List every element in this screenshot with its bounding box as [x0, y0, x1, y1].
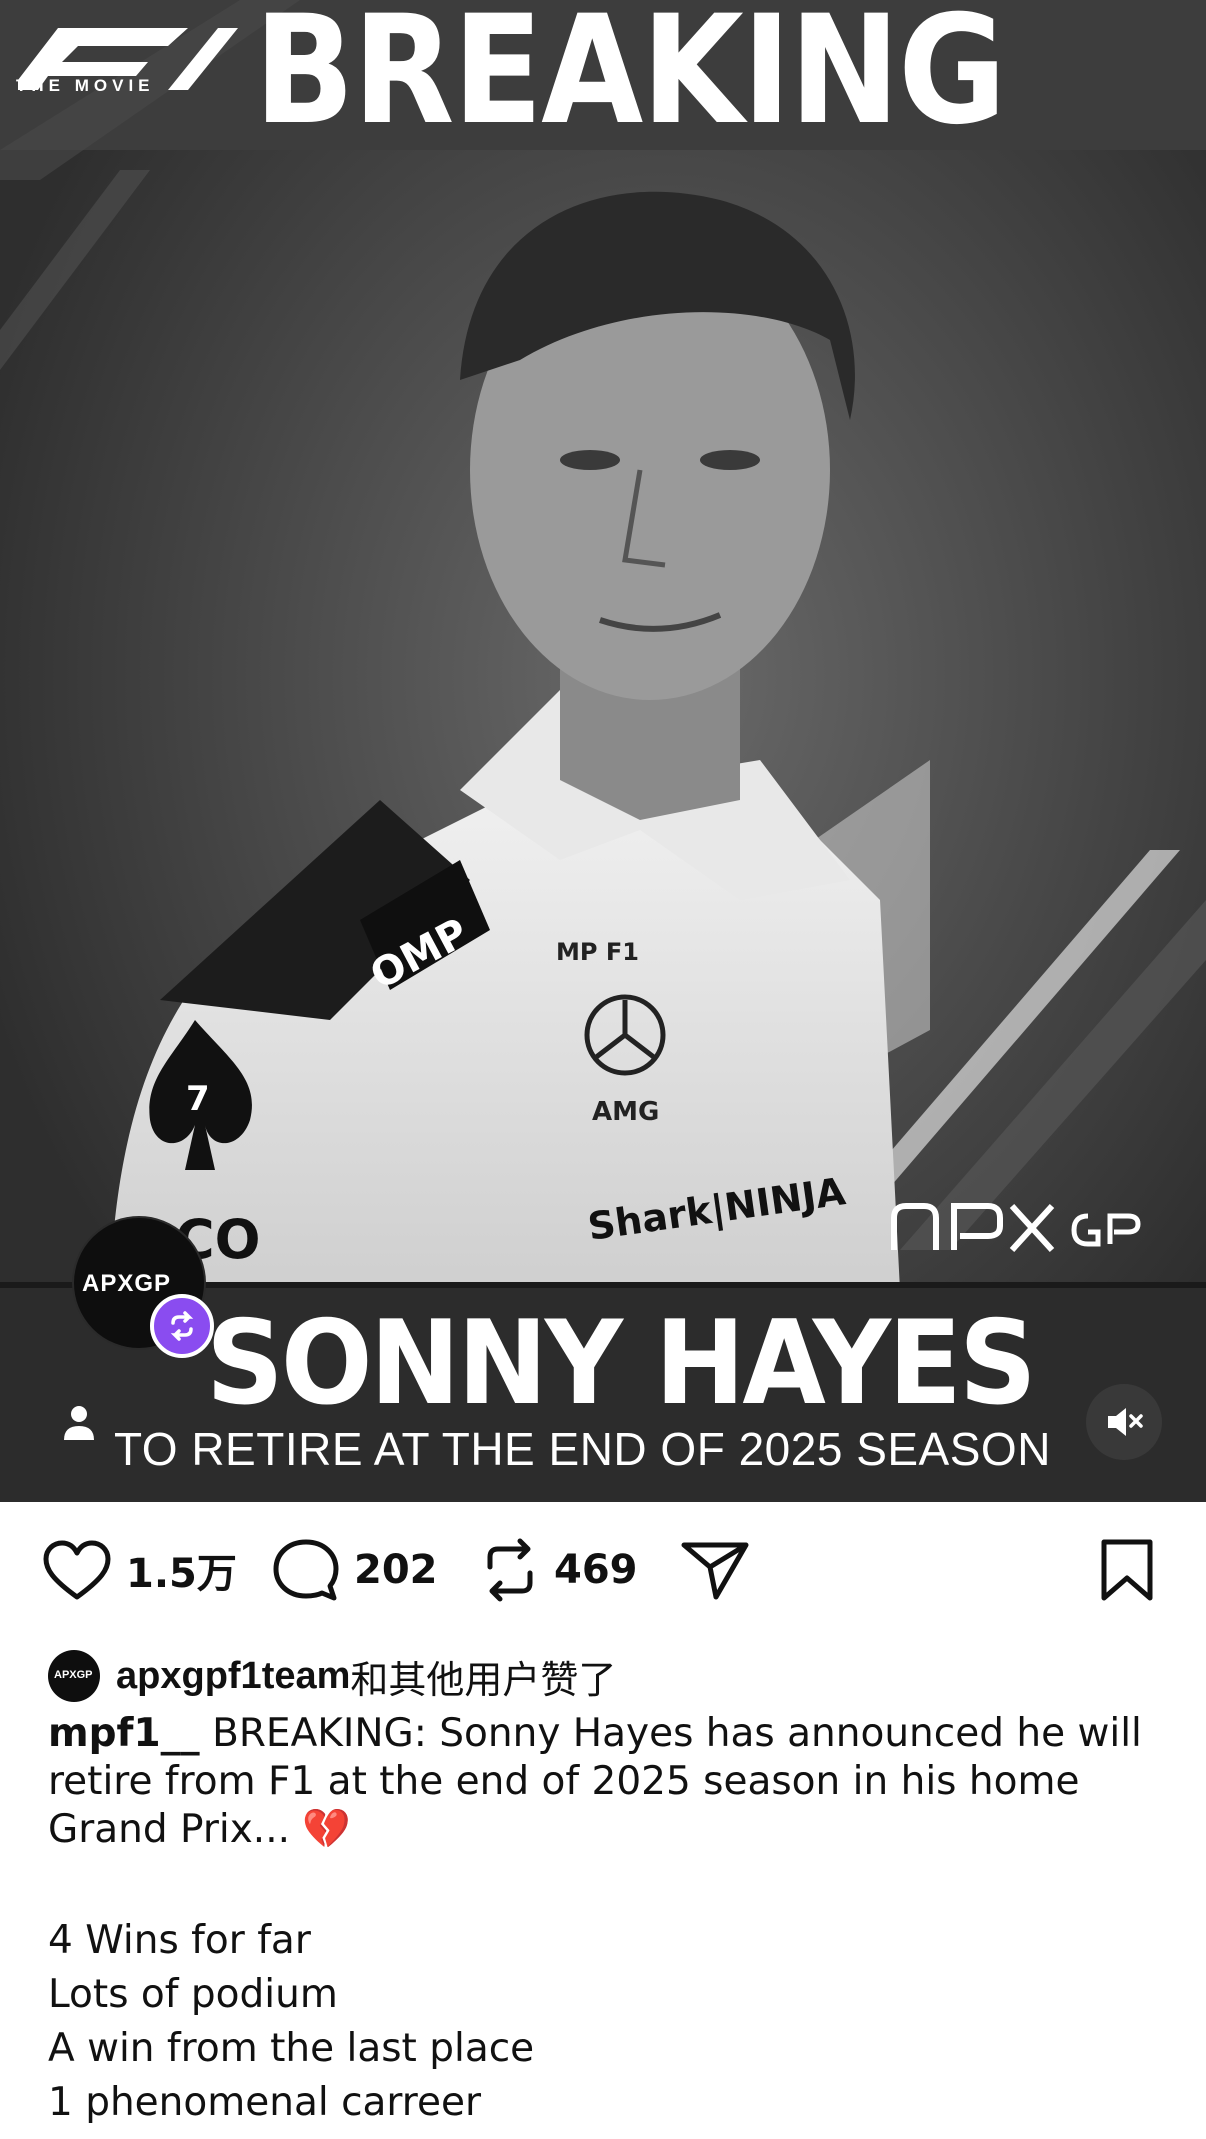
svg-text:7: 7	[186, 1079, 210, 1119]
like-button[interactable]: 1.5万	[42, 1540, 237, 1600]
breaking-headline: BREAKING	[254, 0, 1006, 158]
save-button[interactable]	[1098, 1539, 1156, 1601]
post-image[interactable]: OMP AMG MP F1 Shark|NINJA 7 CO THE MOVIE…	[0, 0, 1206, 1502]
repost-icon	[487, 1538, 533, 1602]
liker-avatar-text: APXGP	[54, 1669, 93, 1681]
share-button[interactable]	[680, 1540, 750, 1600]
repost-button[interactable]: 469	[480, 1538, 638, 1602]
svg-text:MP F1: MP F1	[556, 938, 639, 966]
caption-text: BREAKING: Sonny Hayes has announced he w…	[48, 1711, 1142, 1852]
comment-button[interactable]: 202	[272, 1539, 438, 1601]
caption-author[interactable]: mpf1__	[48, 1711, 200, 1756]
mute-button[interactable]	[1086, 1384, 1162, 1460]
apxgp-logo	[891, 1203, 1141, 1253]
post-caption: mpf1__ BREAKING: Sonny Hayes has announc…	[48, 1710, 1168, 2130]
repost-count: 469	[554, 1547, 638, 1593]
svg-text:AMG: AMG	[592, 1097, 659, 1127]
headline-subline: TO RETIRE AT THE END OF 2025 SEASON	[114, 1423, 1051, 1475]
user-tag-icon[interactable]	[62, 1404, 96, 1442]
caption-line: 4 Wins for far	[48, 1918, 311, 1963]
headline-name: SONNY HAYES	[206, 1296, 1037, 1431]
liked-by-text: 和其他用户赞了	[350, 1659, 617, 1702]
f1-brand-subtitle: THE MOVIE	[16, 76, 155, 95]
liker-avatar[interactable]: APXGP	[48, 1650, 100, 1702]
repost-badge-icon	[150, 1294, 214, 1358]
comment-icon	[273, 1539, 339, 1601]
avatar-text: APXGP	[82, 1270, 172, 1297]
caption-line: A win from the last place	[48, 2026, 535, 2071]
caption-line: 1 phenomenal carreer	[48, 2080, 481, 2125]
share-icon	[681, 1542, 749, 1600]
bookmark-icon	[1101, 1539, 1153, 1601]
comment-count: 202	[354, 1547, 438, 1593]
like-count: 1.5万	[126, 1551, 237, 1597]
liker-username[interactable]: apxgpf1team	[116, 1655, 350, 1698]
speaker-muted-icon	[1108, 1408, 1143, 1436]
liked-by-row[interactable]: APXGP apxgpf1team 和其他用户赞了	[48, 1648, 616, 1704]
action-bar: 1.5万 202 469	[0, 1502, 1206, 1642]
caption-line: Lots of podium	[48, 1972, 338, 2017]
heart-icon	[43, 1540, 111, 1600]
